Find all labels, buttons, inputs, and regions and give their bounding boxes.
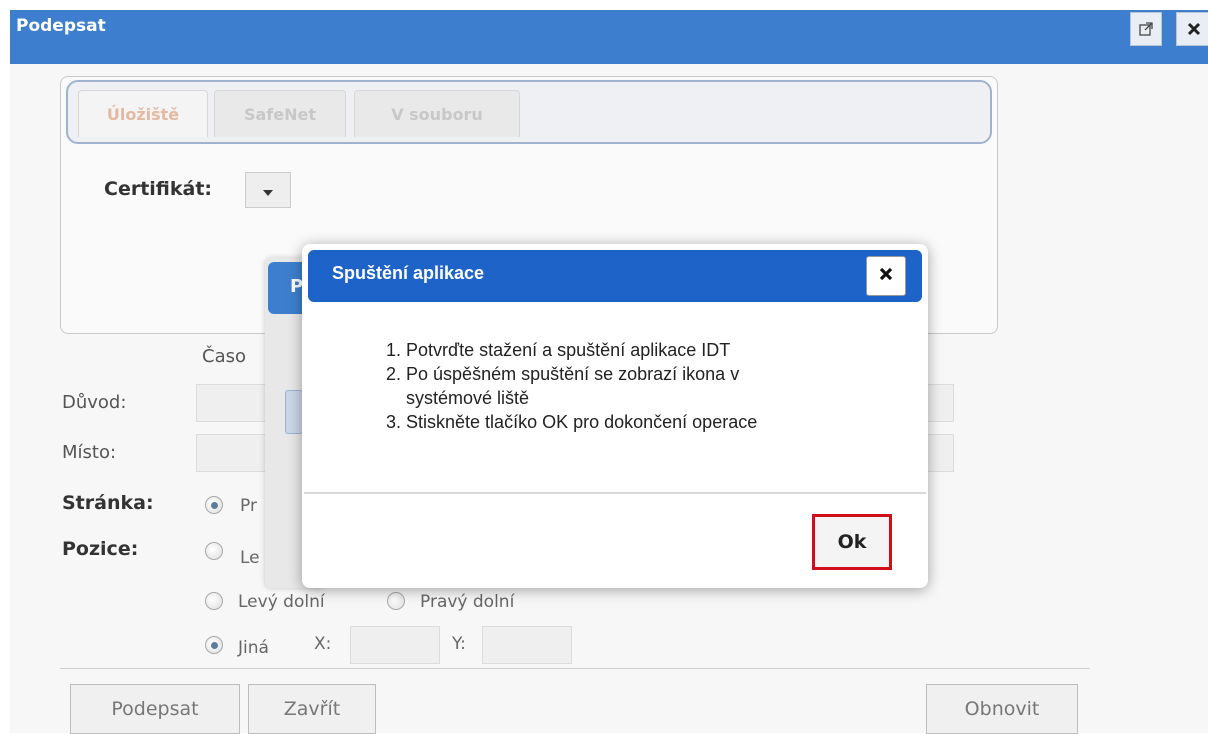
place-label: Místo: xyxy=(62,442,117,463)
ok-button[interactable]: Ok xyxy=(812,514,892,570)
instruction-step: 1. Potvrďte stažení a spuštění aplikace … xyxy=(386,340,731,360)
modal-divider xyxy=(304,492,926,494)
place-input[interactable] xyxy=(196,434,268,472)
certificate-dropdown[interactable] xyxy=(245,172,291,208)
modal-close-button[interactable] xyxy=(866,256,906,296)
time-label-partial: Časo xyxy=(202,346,246,367)
tab-uloziste[interactable]: Úložiště xyxy=(78,90,208,137)
refresh-button[interactable]: Obnovit xyxy=(926,684,1078,734)
reason-label: Důvod: xyxy=(62,392,127,413)
modal-instructions: 1. Potvrďte stažení a spuštění aplikace … xyxy=(386,338,886,434)
sign-button[interactable]: Podepsat xyxy=(70,684,240,734)
position-label: Pozice: xyxy=(62,538,139,560)
x-label: X: xyxy=(314,634,332,654)
background-dialog-progress xyxy=(285,390,303,434)
position-radio-other[interactable] xyxy=(205,636,223,654)
chevron-down-icon xyxy=(263,181,273,200)
tab-safenet[interactable]: SafeNet xyxy=(214,90,346,137)
position-option-partial: Le xyxy=(240,548,260,568)
external-window-icon[interactable] xyxy=(1130,12,1162,46)
window-title: Podepsat xyxy=(16,16,106,36)
close-icon[interactable] xyxy=(1176,12,1208,46)
page-option-partial: Pr xyxy=(240,496,257,516)
position-option-other: Jiná xyxy=(238,638,269,658)
divider xyxy=(60,668,1090,669)
instruction-step: 3. Stiskněte tlačíko OK pro dokončení op… xyxy=(386,412,758,432)
x-input[interactable] xyxy=(350,626,440,664)
y-label: Y: xyxy=(452,634,466,654)
position-option-bottom-left: Levý dolní xyxy=(238,592,325,612)
place-input-end xyxy=(925,434,954,472)
tab-v-souboru[interactable]: V souboru xyxy=(354,90,520,137)
position-radio-top-left[interactable] xyxy=(205,542,223,560)
position-radio-bottom-left[interactable] xyxy=(205,592,223,610)
modal-title: Spuštění aplikace xyxy=(332,263,485,283)
certificate-label: Certifikát: xyxy=(104,178,213,200)
position-option-bottom-right: Pravý dolní xyxy=(420,592,515,612)
close-icon xyxy=(878,266,894,286)
y-input[interactable] xyxy=(482,626,572,664)
page-label: Stránka: xyxy=(62,492,154,514)
reason-input[interactable] xyxy=(196,384,268,422)
position-radio-bottom-right[interactable] xyxy=(387,592,405,610)
instruction-step: 2. Po úspěšném spuštění se zobrazí ikona… xyxy=(386,364,740,384)
page-radio[interactable] xyxy=(205,496,223,514)
close-button[interactable]: Zavřít xyxy=(248,684,376,734)
reason-input-end xyxy=(925,384,954,422)
instruction-step-continuation: systémové liště xyxy=(406,388,530,408)
window-titlebar xyxy=(10,10,1208,64)
